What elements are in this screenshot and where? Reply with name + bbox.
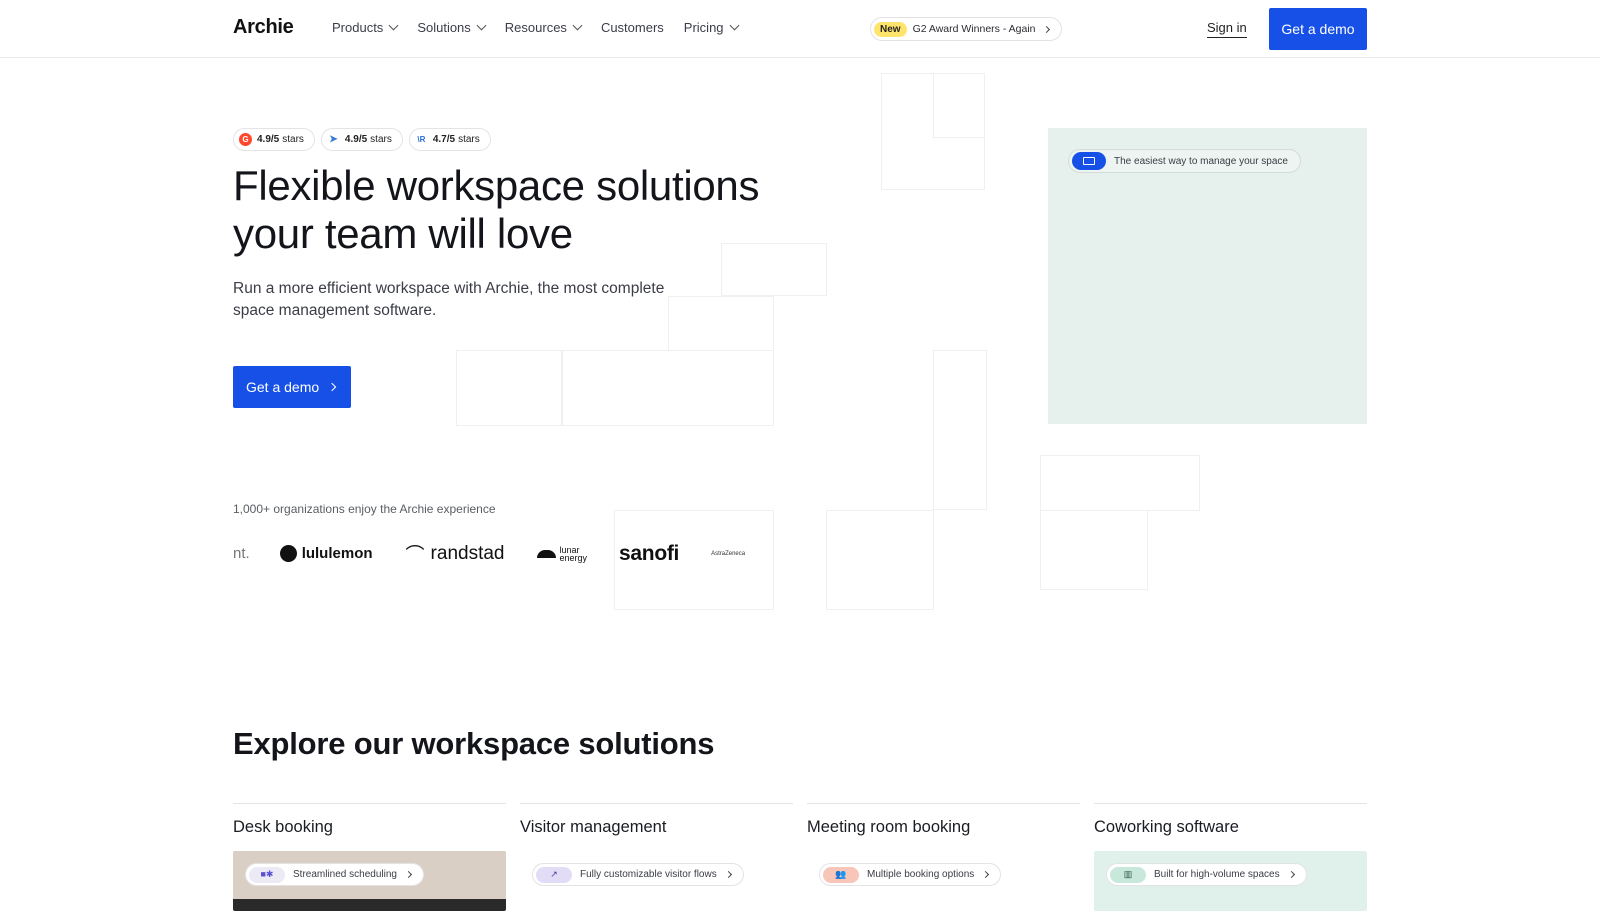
card-image: 👥 Multiple booking options [807, 851, 1080, 911]
card-image: ↗ Fully customizable visitor flows [520, 851, 793, 911]
hero-media-panel: The easiest way to manage your space [1048, 128, 1367, 424]
customer-logos: nt. lululemon ⌒ randstad lunar energy sano… [233, 540, 745, 567]
customers-caption: 1,000+ organizations enjoy the Archie ex… [233, 502, 496, 516]
nav-resources[interactable]: Resources [505, 20, 583, 35]
solution-cards: Desk booking ■✱ Streamlined scheduling V… [233, 803, 1367, 911]
panel-feature-pill: The easiest way to manage your space [1068, 149, 1301, 173]
explore-heading: Explore our workspace solutions [233, 726, 715, 761]
hero-title: Flexible workspace solutions your team w… [233, 162, 760, 257]
hero-subtitle: Run a more efficient workspace with Arch… [233, 280, 665, 319]
rating-capterra: ➤ 4.9/5 stars [320, 128, 403, 151]
card-desk-booking[interactable]: Desk booking ■✱ Streamlined scheduling [233, 803, 506, 911]
people-icon: 👥 [823, 866, 859, 883]
chevron-right-icon [982, 870, 990, 879]
chevron-right-icon [327, 382, 337, 392]
chevron-down-icon [572, 20, 583, 31]
card-coworking-software[interactable]: Coworking software ▥ Built for high-volu… [1094, 803, 1367, 911]
sign-in-link[interactable]: Sign in [1207, 20, 1247, 38]
main-nav: Products Solutions Resources Customers P… [332, 20, 758, 35]
ratings-row: G 4.9/5 stars ➤ 4.9/5 stars \R 4.7/5 stars [233, 128, 491, 151]
astrazeneca-logo: AstraZeneca [711, 550, 746, 557]
randstad-logo: ⌒ randstad [405, 542, 505, 567]
teams-slack-icon: ■✱ [249, 866, 285, 883]
card-meeting-room-booking[interactable]: Meeting room booking 👥 Multiple booking … [807, 803, 1080, 911]
hero-get-demo-button[interactable]: Get a demo [233, 366, 351, 408]
monitor-icon [1072, 152, 1106, 170]
card-visitor-management[interactable]: Visitor management ↗ Fully customizable … [520, 803, 793, 911]
sanofi-logo: sanofi [619, 541, 680, 565]
trustradius-icon: \R [414, 133, 428, 146]
get-demo-button[interactable]: Get a demo [1269, 8, 1367, 50]
rating-g2: G 4.9/5 stars [233, 128, 315, 151]
chevron-down-icon [729, 20, 739, 31]
award-text: G2 Award Winners - Again [912, 23, 1036, 35]
g2-icon: G [239, 133, 252, 146]
nav-solutions[interactable]: Solutions [417, 20, 487, 35]
nav-pricing[interactable]: Pricing [684, 20, 739, 35]
partial-logo: nt. [233, 545, 250, 562]
chevron-right-icon [724, 870, 732, 879]
chevron-right-icon [1042, 25, 1050, 33]
rating-trustradius: \R 4.7/5 stars [408, 128, 491, 151]
lululemon-logo: lululemon [279, 545, 373, 562]
chevron-right-icon [1287, 870, 1295, 879]
archie-logo[interactable]: Archie [233, 16, 294, 39]
capterra-icon: ➤ [326, 133, 340, 146]
card-image: ■✱ Streamlined scheduling [233, 851, 506, 911]
chevron-right-icon [404, 870, 412, 879]
card-feature-pill[interactable]: 👥 Multiple booking options [819, 863, 1002, 886]
card-image: ▥ Built for high-volume spaces [1094, 851, 1367, 911]
building-icon: ▥ [1110, 866, 1146, 883]
chevron-down-icon [388, 20, 399, 31]
top-navigation-bar: Archie Products Solutions Resources Cust… [0, 0, 1600, 58]
card-feature-pill[interactable]: ■✱ Streamlined scheduling [245, 863, 424, 886]
chevron-down-icon [476, 20, 487, 31]
lunar-energy-logo: lunar energy [536, 545, 587, 562]
nav-customers[interactable]: Customers [601, 20, 664, 35]
card-feature-pill[interactable]: ▥ Built for high-volume spaces [1106, 863, 1307, 886]
card-feature-pill[interactable]: ↗ Fully customizable visitor flows [532, 863, 744, 886]
nav-products[interactable]: Products [332, 20, 399, 35]
new-badge: New [874, 21, 907, 37]
award-announcement-link[interactable]: New G2 Award Winners - Again [870, 17, 1062, 41]
flow-icon: ↗ [536, 866, 572, 883]
